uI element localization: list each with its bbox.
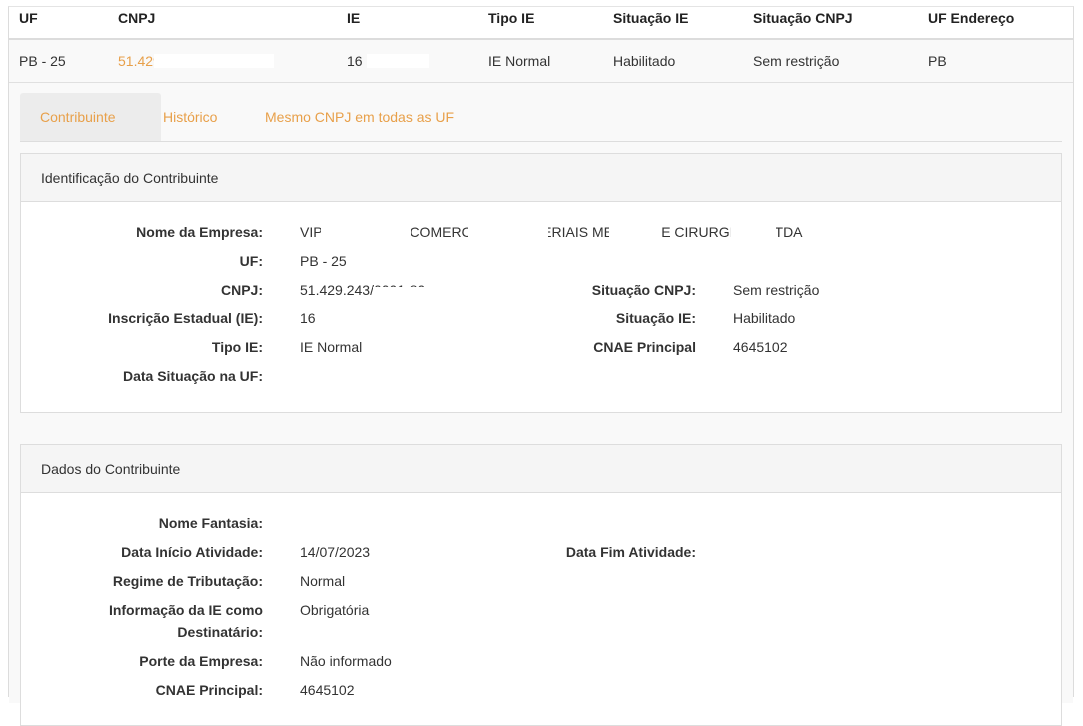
label-cnpj: CNPJ:	[220, 282, 263, 298]
label-data-inicio: Data Início Atividade:	[121, 544, 263, 560]
header-uf: UF	[19, 10, 38, 26]
redaction-mask	[319, 309, 381, 326]
label-tipo-ie: Tipo IE:	[211, 339, 263, 355]
label-ie: Inscrição Estadual (IE):	[108, 310, 263, 326]
header-uf-endereco: UF Endereço	[928, 10, 1015, 26]
label-data-fim: Data Fim Atividade:	[565, 544, 696, 560]
label-info-ie-destinatario: Informação da IE como	[108, 602, 263, 618]
label-nome-fantasia: Nome Fantasia:	[158, 515, 263, 531]
tab-mesmo-cnpj[interactable]: Mesmo CNPJ em todas as UF	[265, 93, 454, 141]
value-regime: Normal	[300, 573, 346, 589]
header-situacao-cnpj: Situação CNPJ	[753, 10, 853, 26]
redaction-mask	[468, 223, 548, 240]
dados-panel-header: Dados do Contribuinte	[21, 445, 1061, 493]
header-ie: IE	[347, 10, 361, 26]
redaction-mask	[367, 54, 429, 68]
tab-contribuinte[interactable]: Contribuinte	[20, 93, 161, 141]
value-uf: PB - 25	[300, 253, 347, 269]
value-data-inicio: 14/07/2023	[300, 544, 371, 560]
label-regime: Regime de Tributação:	[112, 573, 263, 589]
label-nome-empresa: Nome da Empresa:	[136, 224, 263, 240]
redaction-mask	[609, 223, 659, 240]
tab-historico[interactable]: Histórico	[163, 93, 217, 141]
label-situacao-ie: Situação IE:	[615, 310, 696, 326]
value-situacao-ie: Habilitado	[733, 310, 796, 326]
identificacao-title: Identificação do Contribuinte	[41, 170, 219, 186]
header-cnpj: CNPJ	[118, 10, 156, 26]
value-situacao-cnpj: Sem restrição	[733, 282, 820, 298]
label-uf: UF:	[239, 253, 263, 269]
dados-title: Dados do Contribuinte	[41, 461, 181, 477]
header-tipo-ie: Tipo IE	[488, 10, 535, 26]
detail-tabs: Contribuinte Histórico Mesmo CNPJ em tod…	[20, 93, 1062, 142]
label-porte: Porte da Empresa:	[139, 653, 263, 669]
cell-situacao-cnpj: Sem restrição	[753, 53, 840, 69]
identificacao-panel-header: Identificação do Contribuinte	[21, 154, 1061, 202]
cell-uf: PB - 25	[19, 53, 66, 69]
redaction-mask	[321, 223, 411, 240]
value-porte: Não informado	[300, 653, 392, 669]
redaction-mask	[154, 54, 274, 68]
value-cnae-principal: 4645102	[733, 339, 788, 355]
identificacao-panel: Identificação do Contribuinte Nome da Em…	[20, 153, 1062, 413]
results-table-header: UF CNPJ IE Tipo IE Situação IE Situação …	[9, 7, 1073, 40]
detail-area: Contribuinte Histórico Mesmo CNPJ em tod…	[9, 83, 1073, 726]
redaction-mask	[373, 287, 443, 297]
header-situacao-ie: Situação IE	[613, 10, 689, 26]
label-situacao-cnpj: Situação CNPJ:	[591, 282, 696, 298]
value-tipo-ie: IE Normal	[300, 339, 363, 355]
cell-uf-endereco: PB	[928, 53, 947, 69]
label-info-ie-destinatario-cont: Destinatário:	[177, 624, 263, 640]
label-cnae-principal-dados: CNAE Principal:	[155, 682, 263, 698]
cell-tipo-ie: IE Normal	[488, 53, 551, 69]
cell-situacao-ie: Habilitado	[613, 53, 676, 69]
label-data-situacao: Data Situação na UF:	[122, 368, 263, 384]
dados-panel: Dados do Contribuinte Nome Fantasia: Dat…	[20, 444, 1062, 726]
redaction-mask	[731, 223, 776, 240]
value-cnae-principal-dados: 4645102	[300, 682, 355, 698]
consulta-frame: UF CNPJ IE Tipo IE Situação IE Situação …	[8, 6, 1074, 726]
value-info-ie: Obrigatória	[300, 602, 370, 618]
label-cnae-principal: CNAE Principal	[593, 339, 696, 355]
results-table-row[interactable]: PB - 25 51.429.243/0001-80 16 1700001 IE…	[9, 40, 1073, 83]
